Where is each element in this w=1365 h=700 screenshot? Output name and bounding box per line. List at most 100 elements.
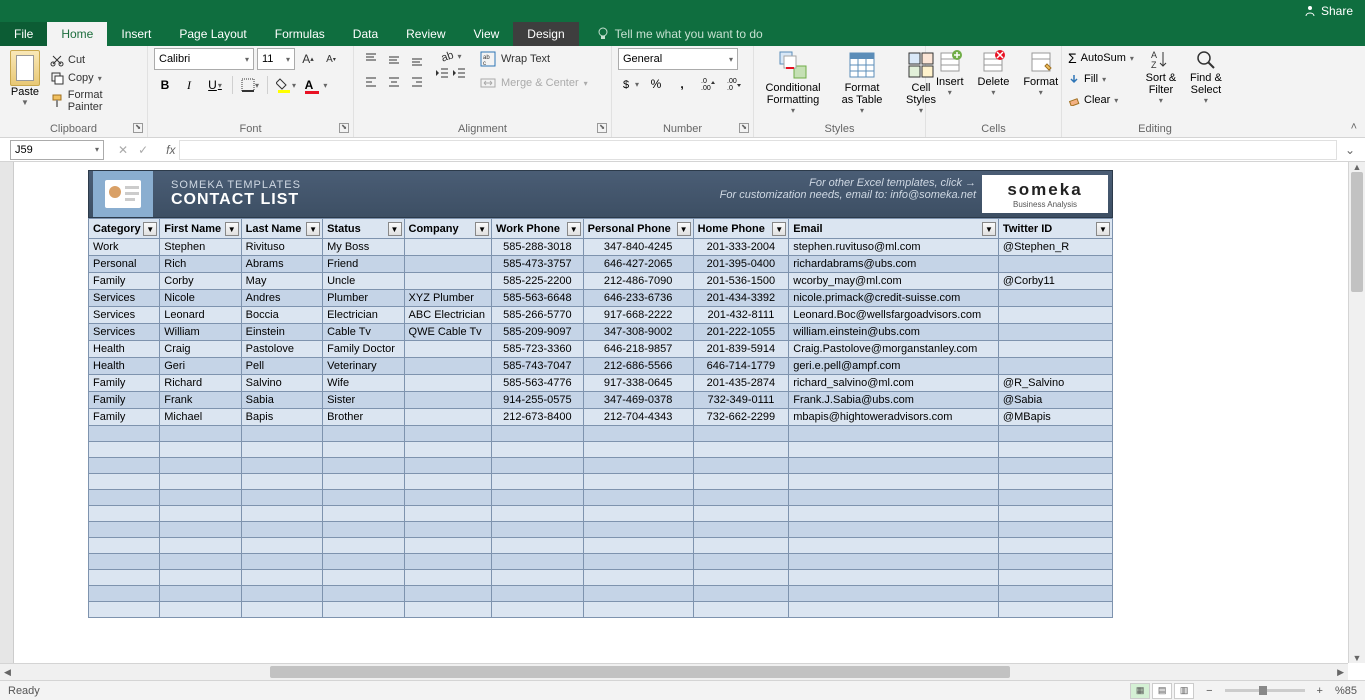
table-cell[interactable] [160,586,241,602]
table-cell[interactable] [160,474,241,490]
table-cell[interactable] [241,586,322,602]
table-cell[interactable] [323,458,404,474]
wrap-text-button[interactable]: abcWrap Text [477,48,591,70]
table-cell[interactable] [404,458,492,474]
table-cell[interactable]: 585-473-3757 [492,256,584,273]
table-cell[interactable]: Frank.J.Sabia@ubs.com [789,392,999,409]
table-cell[interactable]: 646-427-2065 [583,256,693,273]
table-cell[interactable] [404,554,492,570]
clipboard-dialog-launcher[interactable]: ⬊ [133,123,143,133]
table-cell[interactable] [404,522,492,538]
table-cell[interactable]: 732-662-2299 [693,409,789,426]
table-cell[interactable] [323,426,404,442]
table-cell[interactable]: wcorby_may@ml.com [789,273,999,290]
paste-button[interactable]: Paste ▼ [6,48,44,114]
filter-button[interactable]: ▼ [1096,222,1110,236]
bold-button[interactable]: B [154,74,176,96]
table-cell[interactable] [693,586,789,602]
enter-formula-button[interactable]: ✓ [138,143,148,157]
align-left-button[interactable] [360,71,382,93]
table-row-empty[interactable] [89,426,1113,442]
table-cell[interactable]: Salvino [241,375,322,392]
table-cell[interactable] [583,538,693,554]
table-cell[interactable]: 347-308-9002 [583,324,693,341]
table-cell[interactable]: Craig.Pastolove@morganstanley.com [789,341,999,358]
table-row-empty[interactable] [89,474,1113,490]
table-cell[interactable]: 212-686-5566 [583,358,693,375]
table-cell[interactable] [404,375,492,392]
table-cell[interactable] [404,570,492,586]
table-cell[interactable] [998,307,1112,324]
table-cell[interactable]: Plumber [323,290,404,307]
table-cell[interactable]: Health [89,358,160,375]
table-row[interactable]: WorkStephenRivitusoMy Boss585-288-301834… [89,239,1113,256]
table-cell[interactable] [323,474,404,490]
table-cell[interactable] [160,458,241,474]
table-cell[interactable]: 201-222-1055 [693,324,789,341]
table-cell[interactable] [998,458,1112,474]
table-cell[interactable] [404,474,492,490]
table-cell[interactable] [693,458,789,474]
table-cell[interactable] [323,506,404,522]
align-bottom-button[interactable] [406,48,428,70]
filter-button[interactable]: ▼ [982,222,996,236]
table-cell[interactable] [492,554,584,570]
table-cell[interactable] [404,341,492,358]
table-cell[interactable] [492,490,584,506]
someka-logo[interactable]: someka Business Analysis [982,175,1108,213]
column-header-status[interactable]: Status▼ [323,219,404,239]
format-cells-button[interactable]: Format▾ [1019,48,1062,99]
table-cell[interactable]: stephen.ruvituso@ml.com [789,239,999,256]
table-cell[interactable] [789,490,999,506]
clear-button[interactable]: Clear▾ [1068,90,1134,110]
zoom-slider[interactable] [1225,689,1305,692]
table-row[interactable]: FamilyFrankSabiaSister914-255-0575347-46… [89,392,1113,409]
align-top-button[interactable] [360,48,382,70]
table-cell[interactable] [583,570,693,586]
table-cell[interactable]: Einstein [241,324,322,341]
underline-button[interactable]: U▾ [202,74,228,96]
table-cell[interactable] [241,522,322,538]
table-cell[interactable] [323,554,404,570]
template-link-1[interactable]: For other Excel templates, click → [720,177,976,189]
table-cell[interactable]: Family [89,273,160,290]
table-cell[interactable] [583,474,693,490]
table-row-empty[interactable] [89,538,1113,554]
table-cell[interactable] [789,458,999,474]
table-cell[interactable] [241,490,322,506]
table-cell[interactable] [89,506,160,522]
table-cell[interactable] [323,522,404,538]
align-middle-button[interactable] [383,48,405,70]
table-cell[interactable] [323,490,404,506]
table-row[interactable]: HealthGeriPellVeterinary585-743-7047212-… [89,358,1113,375]
table-cell[interactable]: 585-563-6648 [492,290,584,307]
tab-file[interactable]: File [0,22,47,46]
table-cell[interactable]: Craig [160,341,241,358]
table-cell[interactable] [998,290,1112,307]
percent-button[interactable]: % [644,73,668,95]
table-cell[interactable] [404,442,492,458]
table-cell[interactable] [241,602,322,618]
page-layout-view-button[interactable]: ▤ [1152,683,1172,699]
table-cell[interactable]: 212-486-7090 [583,273,693,290]
table-cell[interactable] [241,474,322,490]
table-cell[interactable] [89,602,160,618]
number-dialog-launcher[interactable]: ⬊ [739,123,749,133]
table-cell[interactable] [583,586,693,602]
table-cell[interactable] [241,506,322,522]
table-cell[interactable]: 201-434-3392 [693,290,789,307]
column-header-personal-phone[interactable]: Personal Phone▼ [583,219,693,239]
table-cell[interactable]: Services [89,307,160,324]
increase-decimal-button[interactable]: .0.00 [696,73,720,95]
table-cell[interactable] [583,554,693,570]
filter-button[interactable]: ▼ [475,222,489,236]
table-cell[interactable] [404,586,492,602]
copy-button[interactable]: Copy▾ [48,70,141,86]
insert-cells-button[interactable]: Insert▾ [932,48,968,99]
table-cell[interactable] [160,506,241,522]
table-cell[interactable] [404,239,492,256]
table-cell[interactable]: Nicole [160,290,241,307]
collapse-ribbon-button[interactable]: ˄ [1351,121,1357,133]
table-cell[interactable] [789,538,999,554]
table-cell[interactable]: Friend [323,256,404,273]
